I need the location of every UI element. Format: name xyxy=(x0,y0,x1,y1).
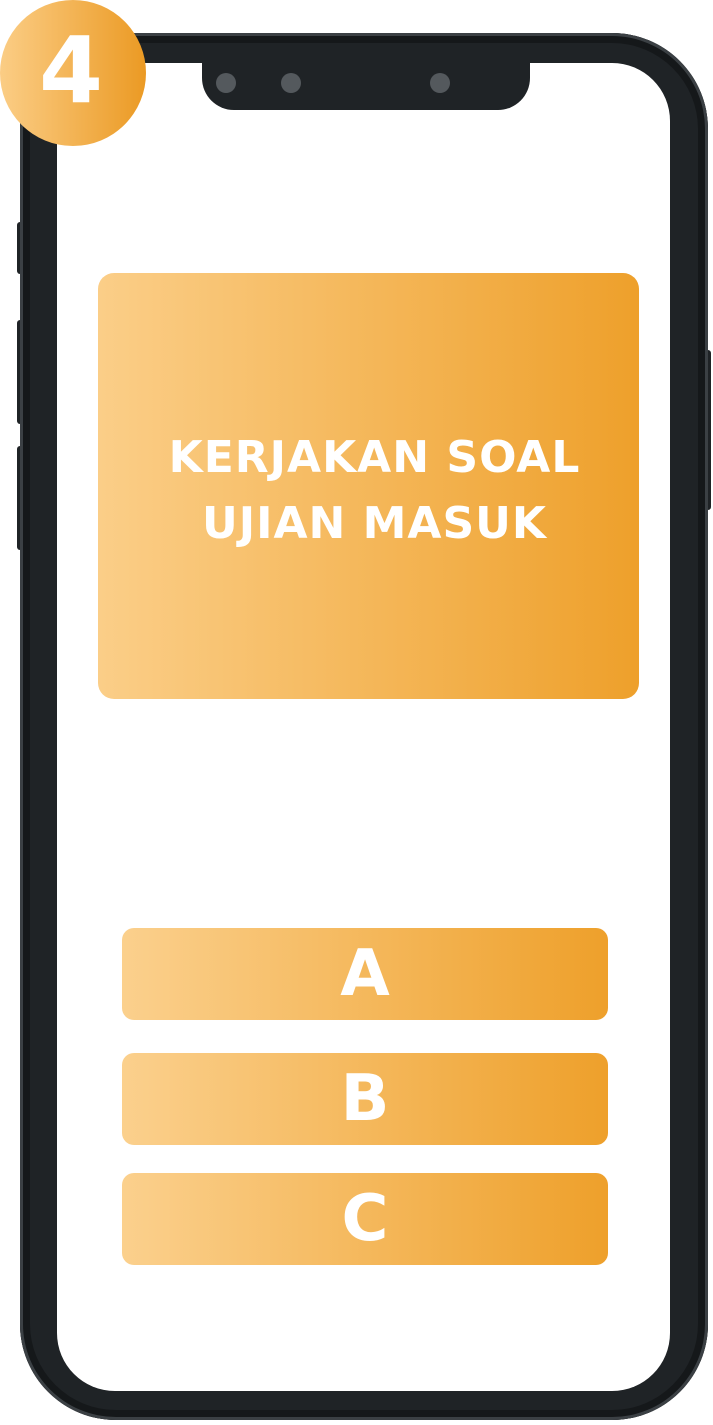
speaker-dot xyxy=(430,73,450,93)
answer-option-a[interactable]: A xyxy=(122,928,608,1020)
phone-notch xyxy=(202,58,530,110)
question-title: KERJAKAN SOAL UJIAN MASUK xyxy=(168,432,581,549)
sensor-dot xyxy=(281,73,301,93)
step-number-badge: 4 xyxy=(0,0,146,146)
step-number: 4 xyxy=(38,17,103,124)
question-card: KERJAKAN SOAL UJIAN MASUK xyxy=(98,273,639,699)
camera-dot xyxy=(216,73,236,93)
answer-option-c[interactable]: C xyxy=(122,1173,608,1265)
answer-option-b[interactable]: B xyxy=(122,1053,608,1145)
